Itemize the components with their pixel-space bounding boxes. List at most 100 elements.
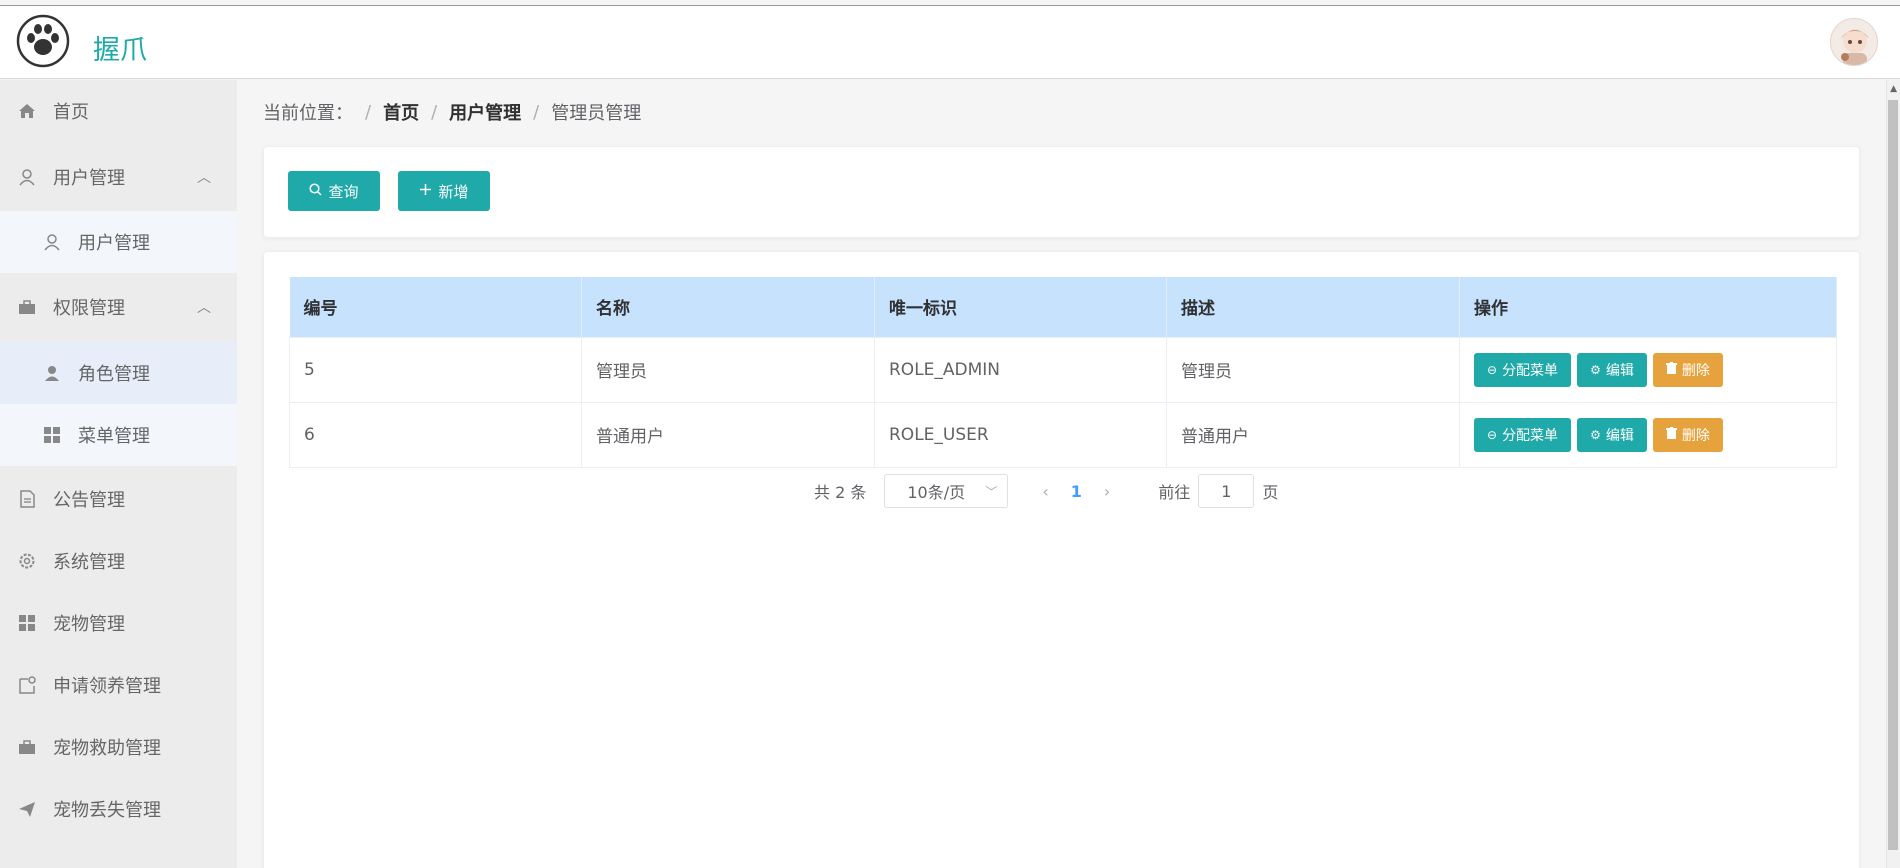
breadcrumb-prefix: 当前位置： bbox=[263, 103, 353, 124]
user-icon bbox=[17, 167, 37, 187]
sidebar-item-label: 权限管理 bbox=[53, 298, 125, 319]
avatar[interactable] bbox=[1830, 18, 1878, 66]
toolbar-card: 查询 新增 bbox=[263, 146, 1860, 238]
main-content: 当前位置： / 首页 / 用户管理 / 管理员管理 查询 新增 编号 名称 唯一… bbox=[237, 80, 1886, 868]
query-button[interactable]: 查询 bbox=[288, 171, 380, 211]
paw-logo-icon bbox=[16, 14, 70, 68]
user-icon bbox=[42, 232, 62, 252]
cell-name: 普通用户 bbox=[581, 401, 875, 468]
breadcrumb-separator: / bbox=[431, 101, 438, 123]
page-scrollbar[interactable]: ▲ bbox=[1886, 80, 1900, 868]
delete-button[interactable]: 删除 bbox=[1652, 352, 1723, 387]
column-header-key: 唯一标识 bbox=[874, 277, 1167, 337]
breadcrumb-separator: / bbox=[533, 101, 540, 123]
sidebar-item-adoption-management[interactable]: 申请领养管理 bbox=[0, 654, 237, 716]
assign-menu-label: 分配菜单 bbox=[1502, 427, 1559, 444]
top-bar: 握爪 bbox=[0, 5, 1900, 79]
gear-icon: ⚙ bbox=[1590, 427, 1601, 442]
prev-page-icon[interactable]: ‹ bbox=[1042, 482, 1048, 501]
breadcrumb-user-management[interactable]: 用户管理 bbox=[449, 99, 521, 125]
page-size-select[interactable]: 10条/页 ﹀ bbox=[884, 474, 1009, 508]
pagination-total: 共 2 条 bbox=[814, 483, 867, 502]
sidebar-subitem-menu-management[interactable]: 菜单管理 bbox=[0, 404, 237, 466]
page-size-value: 10条/页 bbox=[907, 483, 966, 502]
sidebar-item-label: 公告管理 bbox=[53, 490, 125, 511]
send-icon bbox=[17, 799, 37, 819]
briefcase-icon bbox=[17, 737, 37, 757]
sidebar-item-lost-management[interactable]: 宠物丢失管理 bbox=[0, 778, 237, 840]
edit-label: 编辑 bbox=[1605, 362, 1634, 379]
sidebar-item-system-management[interactable]: 系统管理 bbox=[0, 530, 237, 592]
table-row: 6 普通用户 ROLE_USER 普通用户 ⊖ 分配菜单 ⚙ 编辑 删除 bbox=[289, 401, 1837, 468]
grid-icon bbox=[17, 613, 37, 633]
trash-icon bbox=[1665, 427, 1677, 442]
sidebar-item-label: 宠物丢失管理 bbox=[53, 800, 161, 821]
sidebar-item-label: 用户管理 bbox=[53, 168, 125, 189]
sidebar-subitem-user-management[interactable]: 用户管理 bbox=[0, 211, 237, 273]
breadcrumb: 当前位置： / 首页 / 用户管理 / 管理员管理 bbox=[263, 99, 641, 125]
assign-menu-label: 分配菜单 bbox=[1502, 362, 1559, 379]
add-button[interactable]: 新增 bbox=[398, 171, 490, 211]
next-page-icon[interactable]: › bbox=[1104, 482, 1110, 501]
sidebar-item-user-management[interactable]: 用户管理 ︿ bbox=[0, 146, 237, 208]
edit-button[interactable]: ⚙ 编辑 bbox=[1577, 352, 1647, 387]
app-title: 握爪 bbox=[93, 35, 147, 66]
query-button-label: 查询 bbox=[328, 183, 359, 201]
cell-description: 管理员 bbox=[1166, 336, 1460, 402]
delete-button[interactable]: 删除 bbox=[1652, 417, 1723, 452]
sidebar-item-home[interactable]: 首页 bbox=[0, 80, 237, 142]
breadcrumb-current: 管理员管理 bbox=[551, 103, 642, 124]
table-header-row: 编号 名称 唯一标识 描述 操作 bbox=[289, 277, 1837, 337]
delete-label: 删除 bbox=[1681, 427, 1710, 444]
scrollbar-thumb[interactable] bbox=[1888, 100, 1898, 850]
home-icon bbox=[17, 101, 37, 121]
goto-suffix: 页 bbox=[1262, 483, 1279, 502]
trash-icon bbox=[1665, 362, 1677, 377]
sidebar-item-label: 角色管理 bbox=[78, 364, 150, 385]
sidebar-item-permission-management[interactable]: 权限管理 ︿ bbox=[0, 276, 237, 338]
cell-key: ROLE_ADMIN bbox=[874, 336, 1167, 402]
sidebar-item-rescue-management[interactable]: 宠物救助管理 bbox=[0, 716, 237, 778]
sidebar-item-notice-management[interactable]: 公告管理 bbox=[0, 468, 237, 530]
column-header-id: 编号 bbox=[289, 277, 582, 337]
cell-name: 管理员 bbox=[581, 336, 875, 402]
chevron-down-icon: ﹀ bbox=[985, 484, 998, 499]
cell-actions: ⊖ 分配菜单 ⚙ 编辑 删除 bbox=[1459, 336, 1837, 402]
sidebar-subitem-role-management[interactable]: 角色管理 bbox=[0, 342, 237, 404]
column-header-name: 名称 bbox=[581, 277, 875, 337]
sidebar-item-label: 申请领养管理 bbox=[53, 676, 161, 697]
scroll-up-arrow-icon[interactable]: ▲ bbox=[1890, 84, 1897, 94]
cell-description: 普通用户 bbox=[1166, 401, 1460, 468]
sidebar-item-pet-management[interactable]: 宠物管理 bbox=[0, 592, 237, 654]
sidebar-item-label: 宠物管理 bbox=[53, 614, 125, 635]
assign-menu-button[interactable]: ⊖ 分配菜单 bbox=[1474, 417, 1572, 452]
document-icon bbox=[17, 489, 37, 509]
user-solid-icon bbox=[42, 363, 62, 383]
sidebar-item-label: 宠物救助管理 bbox=[53, 738, 161, 759]
breadcrumb-separator: / bbox=[365, 101, 372, 123]
column-header-description: 描述 bbox=[1166, 277, 1460, 337]
minus-circle-icon: ⊖ bbox=[1487, 427, 1498, 442]
table-row: 5 管理员 ROLE_ADMIN 管理员 ⊖ 分配菜单 ⚙ 编辑 删除 bbox=[289, 336, 1837, 402]
sidebar-item-label: 系统管理 bbox=[53, 552, 125, 573]
cell-id: 6 bbox=[289, 401, 582, 468]
plus-icon bbox=[419, 183, 432, 199]
breadcrumb-home[interactable]: 首页 bbox=[383, 99, 419, 125]
briefcase-icon bbox=[17, 297, 37, 317]
page-number-current[interactable]: 1 bbox=[1071, 482, 1082, 501]
roles-table: 编号 名称 唯一标识 描述 操作 5 管理员 ROLE_ADMIN 管理员 ⊖ 分… bbox=[289, 277, 1837, 468]
search-icon bbox=[309, 183, 323, 199]
sidebar-item-label: 用户管理 bbox=[78, 233, 150, 254]
delete-label: 删除 bbox=[1681, 362, 1710, 379]
goto-page-input[interactable]: 1 bbox=[1198, 474, 1255, 508]
sidebar-item-label: 首页 bbox=[53, 102, 89, 123]
sidebar: 首页 用户管理 ︿ 用户管理 权限管理 ︿ 角色管理 菜单管理 公告管理 系统管… bbox=[0, 80, 237, 868]
edit-button[interactable]: ⚙ 编辑 bbox=[1577, 417, 1647, 452]
gear-icon: ⚙ bbox=[1590, 362, 1601, 377]
sidebar-item-label: 菜单管理 bbox=[78, 426, 150, 447]
assign-menu-button[interactable]: ⊖ 分配菜单 bbox=[1474, 352, 1572, 387]
gear-icon bbox=[17, 551, 37, 571]
minus-circle-icon: ⊖ bbox=[1487, 362, 1498, 377]
pagination: 共 2 条 10条/页 ﹀ ‹ 1 › 前往 1 页 bbox=[814, 473, 1278, 509]
column-header-actions: 操作 bbox=[1459, 277, 1837, 337]
